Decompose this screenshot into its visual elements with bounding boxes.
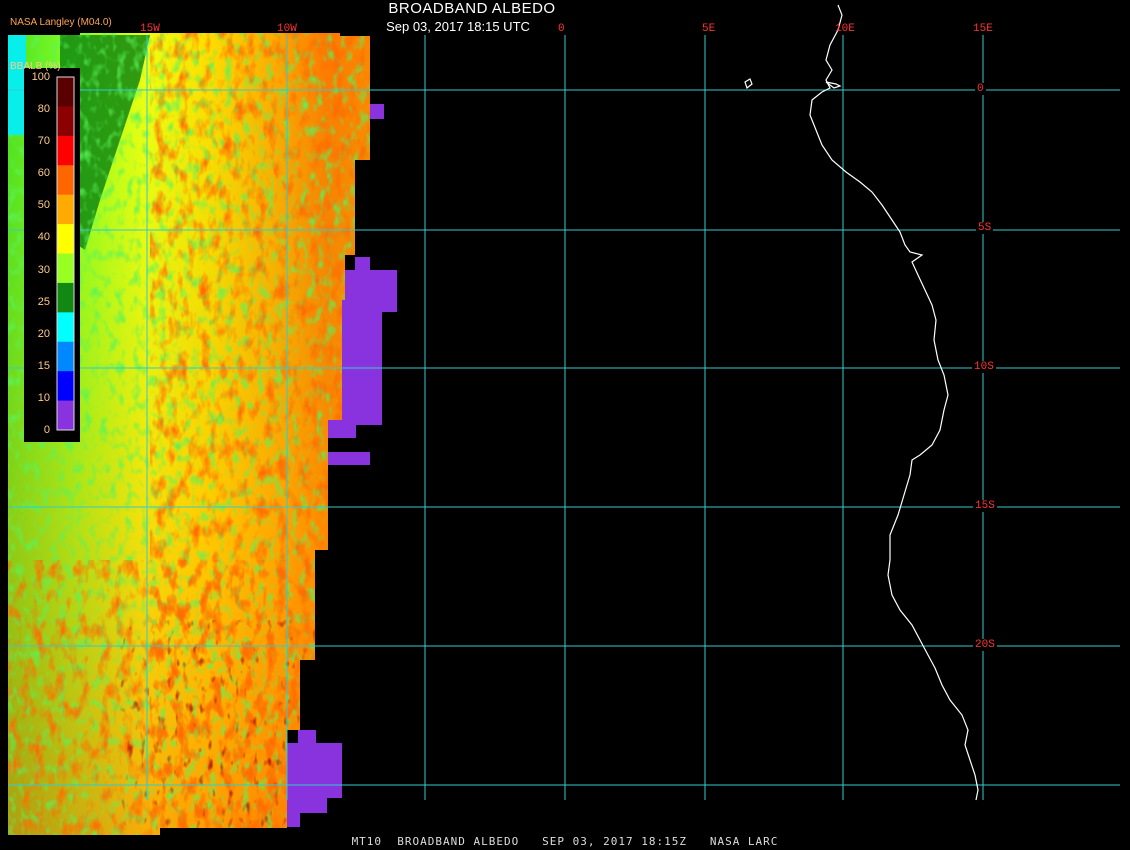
low-albedo-patch (342, 300, 382, 425)
legend-label: 30 (37, 263, 50, 276)
latitude-label: 20S (973, 639, 997, 651)
legend-swatch (57, 135, 74, 166)
legend-swatch (57, 253, 74, 284)
chart-timestamp: Sep 03, 2017 18:15 UTC (386, 19, 530, 34)
longitude-label: 0 (558, 23, 565, 35)
low-albedo-patch (355, 257, 370, 272)
low-albedo-patch (370, 104, 384, 119)
legend-label: 25 (37, 295, 50, 308)
legend-label: 20 (37, 327, 50, 340)
legend-label: 0 (43, 424, 50, 436)
legend-label: 50 (37, 199, 50, 212)
legend-label: 10 (37, 391, 50, 404)
cyan-edge (8, 35, 26, 135)
legend-swatch (57, 224, 74, 254)
low-albedo-patch (328, 420, 356, 438)
legend-label: 40 (37, 231, 50, 244)
longitude-label: 5E (702, 23, 716, 35)
legend-swatch (57, 165, 74, 196)
low-albedo-patch (328, 452, 370, 465)
legend (24, 68, 80, 442)
legend-label: 60 (37, 167, 50, 180)
longitude-label: 15E (973, 23, 993, 35)
legend-swatch (57, 194, 74, 225)
longitude-label: 10W (277, 23, 297, 35)
coastline (809, 4, 979, 801)
low-albedo-patch (287, 743, 342, 798)
legend-label: 100 (31, 71, 50, 83)
legend-swatch (57, 371, 74, 402)
latitude-label: 10S (972, 361, 996, 373)
latitude-label: 15S (973, 500, 997, 512)
legend-swatch (57, 400, 74, 431)
footer-caption: MT10 BROADBAND ALBEDO SEP 03, 2017 18:15… (351, 835, 779, 848)
latitude-label: 5S (976, 222, 994, 234)
legend-swatch (57, 77, 74, 107)
legend-label: 15 (37, 359, 50, 372)
low-albedo-patch (287, 810, 300, 827)
legend-swatch (57, 106, 74, 137)
longitude-label: 15W (140, 23, 160, 35)
island (744, 78, 753, 90)
albedo-map (8, 4, 1120, 835)
chart-title: BROADBAND ALBEDO (388, 0, 556, 17)
legend-swatch (57, 341, 74, 372)
latitude-label: 0 (975, 83, 986, 95)
legend-swatch (57, 312, 74, 343)
longitude-label: 10E (835, 23, 855, 35)
legend-label: 70 (37, 135, 50, 148)
legend-swatch (57, 282, 74, 313)
source-label: NASA Langley (M04.0) (10, 17, 112, 28)
legend-label: 80 (37, 103, 50, 116)
